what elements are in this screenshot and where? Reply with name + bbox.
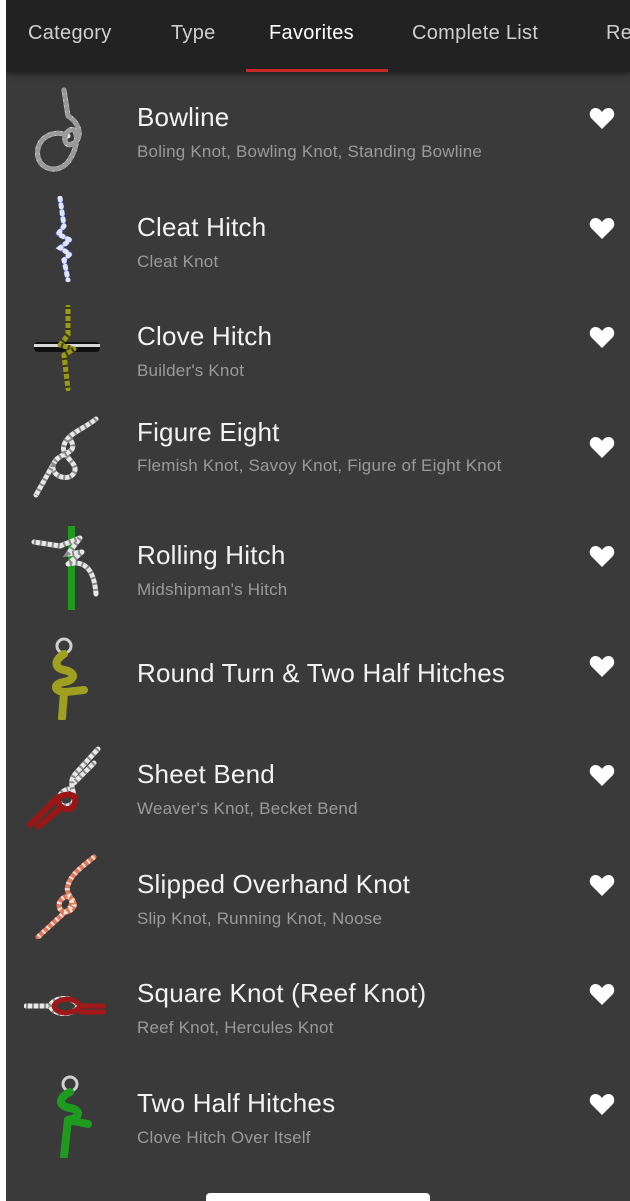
list-item[interactable]: Round Turn & Two Half Hitches <box>6 620 630 730</box>
tab-complete-list[interactable]: Complete List <box>412 22 538 45</box>
rolling-hitch-icon <box>31 526 99 610</box>
list-item[interactable]: Sheet Bend Weaver's Knot, Becket Bend <box>6 729 630 839</box>
knot-aliases: Midshipman's Hitch <box>137 580 288 599</box>
slipped-overhand-icon <box>35 854 97 939</box>
favorite-heart-icon[interactable] <box>589 654 615 678</box>
list-item[interactable]: Square Knot (Reef Knot) Reef Knot, Hercu… <box>6 948 630 1058</box>
knot-aliases: Cleat Knot <box>137 251 219 271</box>
tab-category[interactable]: Category <box>28 22 112 45</box>
knot-aliases: Boling Knot, Bowling Knot, Standing Bowl… <box>137 142 483 161</box>
favorites-list: Bowline Boling Knot, Bowling Knot, Stand… <box>6 72 630 1167</box>
list-item[interactable]: Clove Hitch Builder's Knot <box>6 291 630 401</box>
knot-title: Slipped Overhand Knot <box>137 868 411 899</box>
knot-title: Clove Hitch <box>137 321 273 351</box>
favorite-heart-icon[interactable] <box>589 1092 615 1116</box>
tab-bar: Category Type Favorites Complete List Re <box>6 0 630 72</box>
tab-partial[interactable]: Re <box>606 22 630 45</box>
list-item[interactable]: Slipped Overhand Knot Slip Knot, Running… <box>6 839 630 949</box>
tab-favorites[interactable]: Favorites <box>269 22 354 45</box>
list-item[interactable]: Rolling Hitch Midshipman's Hitch <box>6 510 630 620</box>
favorite-heart-icon[interactable] <box>589 982 615 1006</box>
favorite-heart-icon[interactable] <box>589 544 615 568</box>
knot-title: Bowline <box>137 102 230 132</box>
tab-type[interactable]: Type <box>171 22 216 45</box>
list-item[interactable]: Two Half Hitches Clove Hitch Over Itself <box>6 1058 630 1168</box>
favorite-heart-icon[interactable] <box>589 106 615 130</box>
sheet-bend-icon <box>27 746 101 829</box>
knot-aliases: Slip Knot, Running Knot, Noose <box>137 908 383 928</box>
knot-title: Figure Eight <box>137 416 280 447</box>
knot-aliases: Reef Knot, Hercules Knot <box>137 1018 334 1037</box>
home-indicator[interactable] <box>206 1193 430 1201</box>
active-tab-indicator <box>246 69 388 72</box>
figure-eight-icon <box>33 416 99 497</box>
knot-title: Round Turn & Two Half Hitches <box>137 657 506 688</box>
favorite-heart-icon[interactable] <box>589 873 615 897</box>
knot-aliases: Flemish Knot, Savoy Knot, Figure of Eigh… <box>137 455 502 475</box>
knot-title: Cleat Hitch <box>137 211 267 242</box>
favorite-heart-icon[interactable] <box>589 763 615 787</box>
favorite-heart-icon[interactable] <box>589 325 615 349</box>
knot-title: Rolling Hitch <box>137 540 286 570</box>
knot-aliases: Builder's Knot <box>137 361 245 380</box>
bowline-knot-icon <box>35 87 82 172</box>
two-half-hitches-icon <box>57 1075 92 1158</box>
cleat-hitch-icon <box>54 195 75 282</box>
list-item[interactable]: Cleat Hitch Cleat Knot <box>6 182 630 292</box>
square-knot-icon <box>24 996 106 1016</box>
round-turn-icon <box>52 637 88 720</box>
app-screen: Category Type Favorites Complete List Re… <box>6 0 630 1201</box>
knot-aliases: Clove Hitch Over Itself <box>137 1127 311 1147</box>
knot-title: Sheet Bend <box>137 759 275 789</box>
knot-title: Two Half Hitches <box>137 1087 336 1118</box>
knot-aliases: Weaver's Knot, Becket Bend <box>137 799 358 818</box>
favorite-heart-icon[interactable] <box>589 435 615 459</box>
clove-hitch-icon <box>34 305 100 391</box>
list-item[interactable]: Figure Eight Flemish Knot, Savoy Knot, F… <box>6 401 630 511</box>
favorite-heart-icon[interactable] <box>589 216 615 240</box>
list-item[interactable]: Bowline Boling Knot, Bowling Knot, Stand… <box>6 72 630 182</box>
knot-title: Square Knot (Reef Knot) <box>137 978 427 1008</box>
